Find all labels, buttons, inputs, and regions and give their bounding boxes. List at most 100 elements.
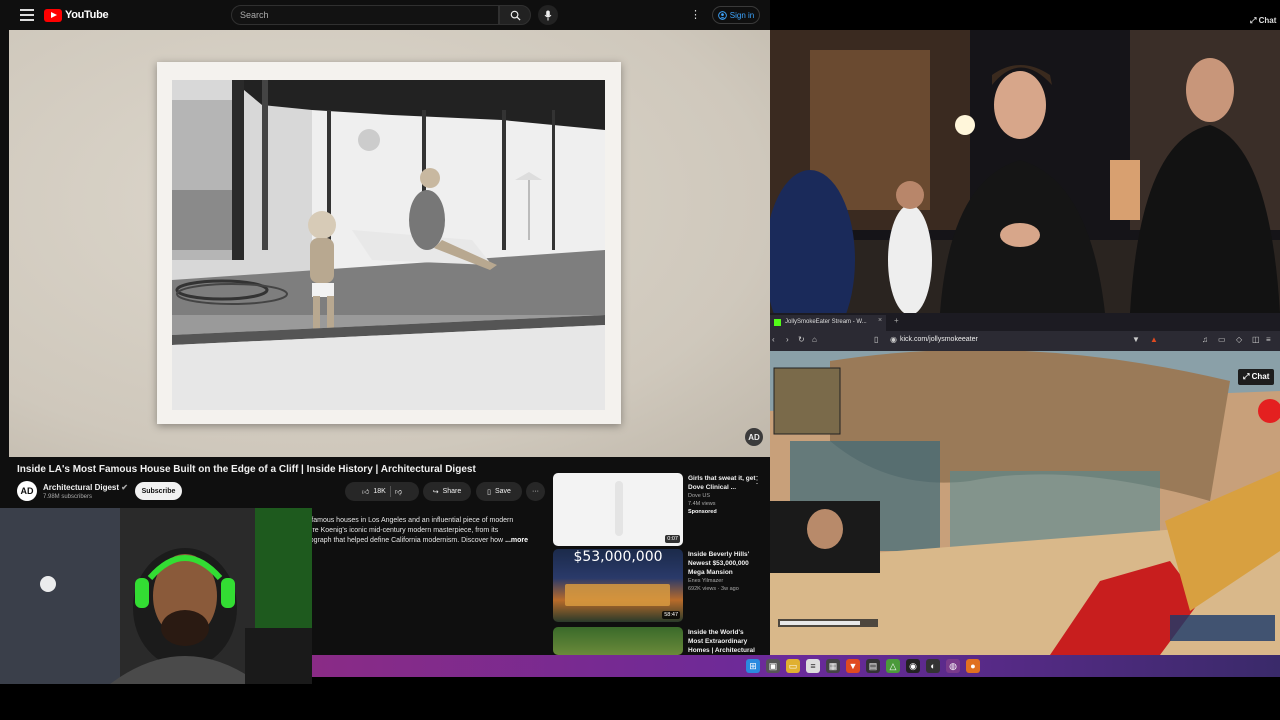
reload-icon[interactable]: ↻ xyxy=(798,335,805,344)
video-description[interactable]: ost famous houses in Los Angeles and an … xyxy=(300,516,547,561)
irl-stream-video xyxy=(770,30,1280,313)
windows-taskbar: ⊞ ▣ ▭ ≡ ▦ ▼ ▤ △ ◉ ◐ ◍ ● xyxy=(312,655,1280,677)
description-line: hotograph that helped define California … xyxy=(300,537,529,544)
like-count[interactable]: 18K xyxy=(373,488,385,495)
share-icon: ↪ xyxy=(432,488,439,496)
video-duration: 0:07 xyxy=(665,535,680,543)
related-video-thumbnail[interactable]: $53,000,000 58:47 xyxy=(553,549,683,622)
kick-favicon-icon xyxy=(774,319,781,326)
search-input[interactable]: Search xyxy=(231,5,499,25)
sponsored-badge: Sponsored xyxy=(688,509,717,515)
description-line: Pierre Koenig's iconic mid-century moder… xyxy=(300,527,499,534)
browser-url-bar: ‹ › ↻ ⌂ ▯ ◉ kick.com/jollysmokeeater ▼ ▲… xyxy=(770,331,1280,351)
app-icon[interactable]: ▤ xyxy=(866,659,880,673)
streamer-webcam xyxy=(0,508,312,684)
brave-browser-icon[interactable]: ▼ xyxy=(846,659,860,673)
shield-icon[interactable]: ▼ xyxy=(1132,335,1140,344)
wallet-icon[interactable]: ◫ xyxy=(1252,335,1260,344)
menu-icon[interactable] xyxy=(20,9,34,21)
tab-title: JollySmokeEater Stream - W... xyxy=(785,319,867,325)
sidebar-icon[interactable]: ▭ xyxy=(1218,335,1226,344)
bookmark-icon[interactable]: ▯ xyxy=(874,335,878,344)
related-video-channel: Enes Yilmazer xyxy=(688,578,724,584)
forward-icon[interactable]: › xyxy=(786,335,789,344)
show-more-link[interactable]: ...more xyxy=(505,537,528,544)
video-frame-photo xyxy=(157,62,621,424)
notepad-icon[interactable]: ≡ xyxy=(806,659,820,673)
video-player[interactable]: AD xyxy=(9,30,770,457)
channel-watermark: AD xyxy=(745,428,763,446)
stream-top-bar xyxy=(770,0,1280,30)
rewards-icon[interactable]: ▲ xyxy=(1150,335,1158,344)
close-tab-icon[interactable]: × xyxy=(878,317,882,324)
youtube-masthead: YouTube Search ⋮ Sign in xyxy=(0,0,770,30)
channel-avatar[interactable]: AD xyxy=(17,481,37,501)
chat-toggle-button[interactable]: ⤢ Chat xyxy=(1238,369,1275,385)
task-view-icon[interactable]: ▣ xyxy=(766,659,780,673)
related-video-meta: 692K views · 3w ago xyxy=(688,586,739,592)
related-menu-kebab-icon[interactable]: ⋮ xyxy=(752,475,762,486)
ellipsis-icon: ··· xyxy=(532,488,539,495)
subscriber-count: 7.98M subscribers xyxy=(43,494,93,500)
related-video-thumbnail[interactable]: 0:07 xyxy=(553,473,683,546)
extensions-icon[interactable]: ◇ xyxy=(1236,335,1242,344)
browser-tab-bar: JollySmokeEater Stream - W... × + xyxy=(770,313,1280,331)
youtube-play-icon xyxy=(44,8,62,22)
browser-window: JollySmokeEater Stream - W... × + ‹ › ↻ … xyxy=(770,313,1280,655)
subscribe-button[interactable]: Subscribe xyxy=(135,482,182,500)
thumbnail-text: $53,000,000 xyxy=(573,549,663,565)
description-line: ost famous houses in Los Angeles and an … xyxy=(300,517,514,524)
save-label: Save xyxy=(494,488,511,495)
related-video-meta: 7.4M views xyxy=(688,501,716,507)
related-video-title: Inside the World's Most Extraordinary Ho… xyxy=(688,629,755,654)
related-video-info[interactable]: Girls that sweat it, get Dove Clinical .… xyxy=(688,474,758,516)
youtube-logo-text: YouTube xyxy=(65,9,109,21)
more-actions-button[interactable]: ··· xyxy=(526,482,545,501)
calculator-icon[interactable]: ▦ xyxy=(826,659,840,673)
media-icon[interactable]: ♫ xyxy=(1202,335,1208,344)
settings-kebab-icon[interactable]: ⋮ xyxy=(690,9,701,21)
microphone-icon xyxy=(544,10,552,20)
voice-search-button[interactable] xyxy=(538,5,558,25)
related-video-thumbnail[interactable] xyxy=(553,627,683,655)
youtube-logo[interactable]: YouTube xyxy=(44,8,109,22)
file-explorer-icon[interactable]: ▭ xyxy=(786,659,800,673)
app-icon-2[interactable]: ◍ xyxy=(946,659,960,673)
steam-icon[interactable]: ◐ xyxy=(926,659,940,673)
save-button[interactable]: ▯ Save xyxy=(476,482,522,501)
chat-toggle-top[interactable]: ⤢ Chat xyxy=(1250,16,1276,26)
related-video-info[interactable]: Inside Beverly Hills' Newest $53,000,000… xyxy=(688,550,758,593)
related-video-channel: Dove US xyxy=(688,493,711,499)
search-button[interactable] xyxy=(499,5,531,25)
sign-in-label: Sign in xyxy=(729,10,755,20)
share-button[interactable]: ↪ Share xyxy=(423,482,471,501)
related-video-title: Inside Beverly Hills' Newest $53,000,000… xyxy=(688,551,750,576)
channel-name[interactable]: Architectural Digest ✔ xyxy=(43,483,128,492)
bookmark-icon: ▯ xyxy=(487,488,491,496)
account-icon xyxy=(717,10,727,20)
related-video-info[interactable]: Inside the World's Most Extraordinary Ho… xyxy=(688,628,758,655)
thumbs-up-icon[interactable]: 👍︎ xyxy=(362,487,369,496)
home-icon[interactable]: ⌂ xyxy=(812,335,817,344)
start-icon[interactable]: ⊞ xyxy=(746,659,760,673)
share-label: Share xyxy=(442,488,462,495)
video-duration: 58:47 xyxy=(662,611,680,619)
search-icon xyxy=(510,10,521,21)
browser-menu-icon[interactable]: ≡ xyxy=(1266,335,1271,344)
like-dislike-group: 👍︎ 18K 👎︎ xyxy=(345,482,419,501)
game-stream-video[interactable]: ⤢ Chat xyxy=(770,351,1280,655)
back-icon[interactable]: ‹ xyxy=(772,335,775,344)
site-info-icon[interactable]: ◉ xyxy=(890,335,897,344)
related-video-title: Girls that sweat it, get Dove Clinical .… xyxy=(688,475,756,491)
app-triangle-icon[interactable]: △ xyxy=(886,659,900,673)
new-tab-icon[interactable]: + xyxy=(894,316,899,325)
address-input[interactable]: kick.com/jollysmokeeater xyxy=(900,336,978,343)
thumbs-down-icon[interactable]: 👎︎ xyxy=(395,487,402,496)
obs-icon[interactable]: ◉ xyxy=(906,659,920,673)
vintage-pool-photo xyxy=(172,80,605,410)
firefox-icon[interactable]: ● xyxy=(966,659,980,673)
video-title: Inside LA's Most Famous House Built on t… xyxy=(17,464,476,475)
sign-in-button[interactable]: Sign in xyxy=(712,6,760,24)
verified-icon: ✔ xyxy=(121,483,128,492)
browser-tab[interactable]: JollySmokeEater Stream - W... xyxy=(770,315,886,331)
